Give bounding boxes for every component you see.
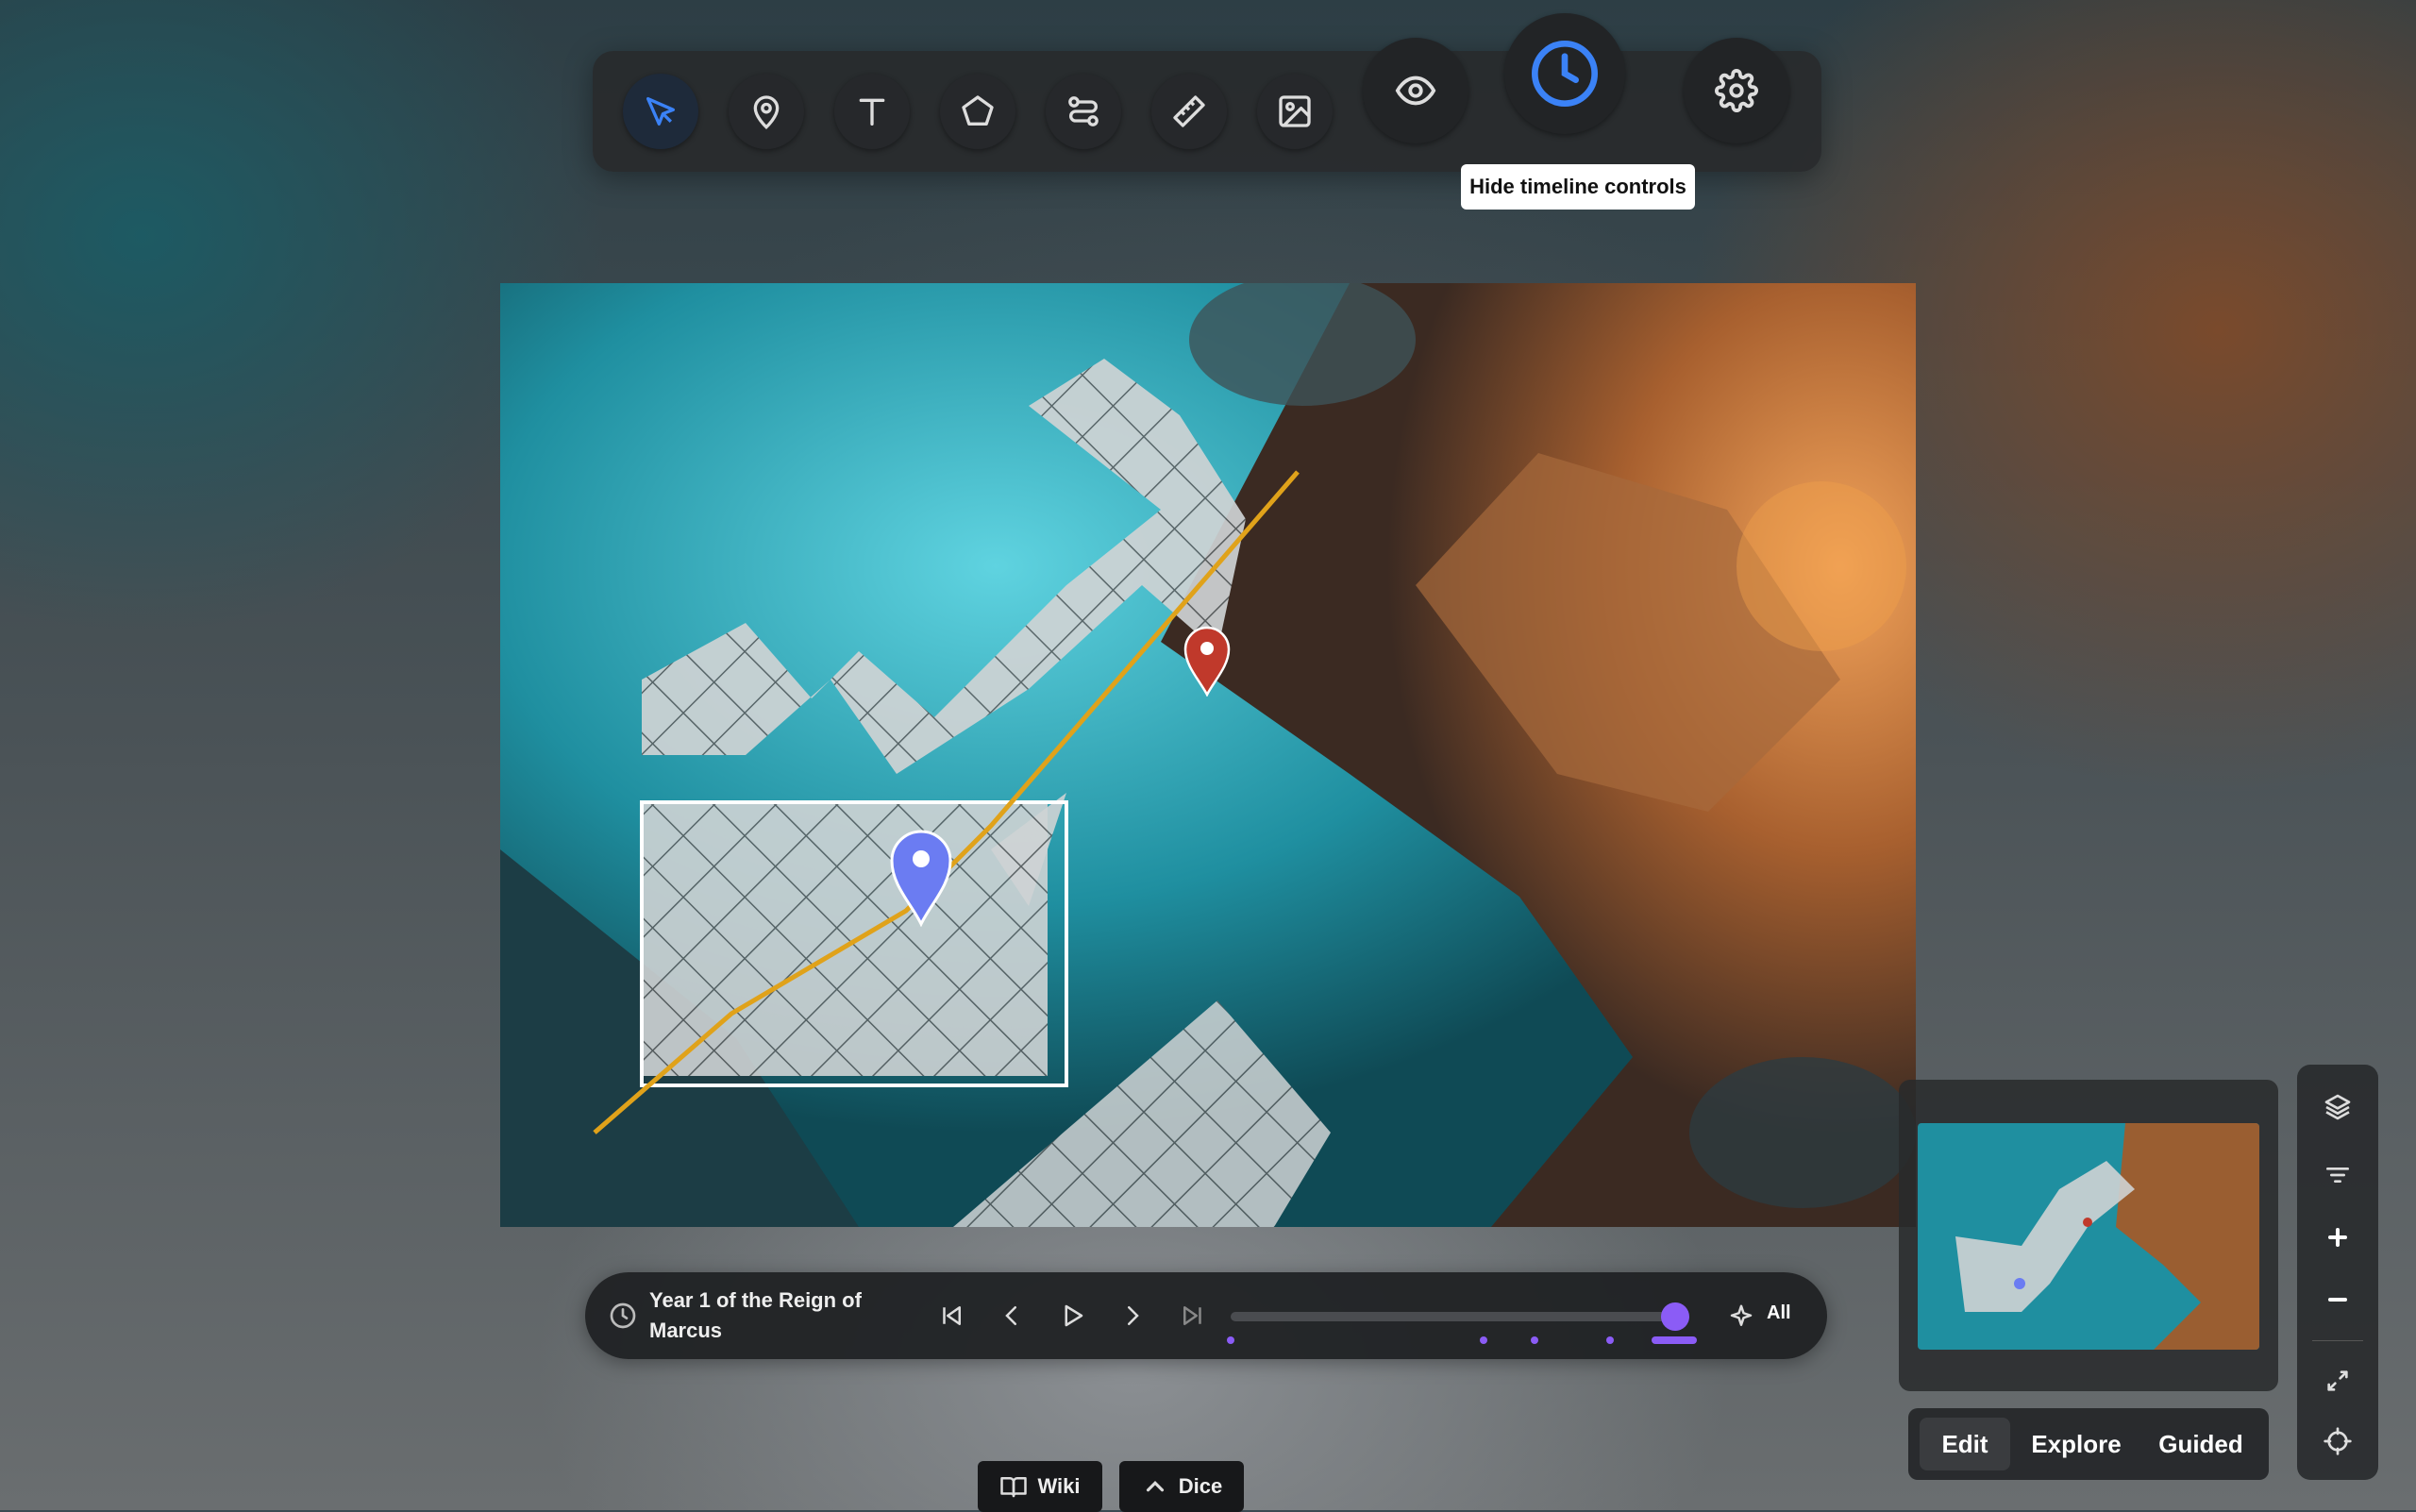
dice-button[interactable]: Dice xyxy=(1119,1461,1244,1512)
image-tool-button[interactable] xyxy=(1257,74,1333,149)
book-icon xyxy=(1000,1477,1028,1498)
filter-button[interactable] xyxy=(2314,1151,2361,1199)
chevron-up-icon xyxy=(1146,1481,1164,1492)
layers-button[interactable] xyxy=(2314,1084,2361,1131)
skip-forward-button[interactable] xyxy=(1174,1297,1212,1335)
timeline-track[interactable] xyxy=(1231,1312,1684,1321)
previous-button[interactable] xyxy=(993,1297,1031,1335)
battle-map[interactable] xyxy=(500,283,1916,1227)
text-icon xyxy=(859,98,885,126)
sparkle-icon[interactable] xyxy=(1727,1302,1755,1331)
mode-guided[interactable]: Guided xyxy=(2144,1418,2257,1470)
chevron-right-icon xyxy=(1128,1306,1139,1325)
clock-icon xyxy=(1532,41,1598,107)
timeline-event-dot[interactable] xyxy=(1227,1336,1234,1344)
zoom-out-icon xyxy=(2328,1298,2347,1302)
divider xyxy=(2312,1340,2363,1341)
top-toolbar xyxy=(593,13,1821,172)
select-tool-button[interactable] xyxy=(623,74,698,149)
timeline-bar: Year 1 of the Reign of Marcus All xyxy=(585,1272,1827,1359)
next-button[interactable] xyxy=(1114,1297,1151,1335)
play-button[interactable] xyxy=(1053,1297,1091,1335)
route-icon xyxy=(1068,96,1099,126)
ruler-icon xyxy=(1173,95,1205,127)
timeline-event-cluster[interactable] xyxy=(1652,1336,1697,1344)
mode-explore[interactable]: Explore xyxy=(2022,1418,2131,1470)
timeline-era-title: Year 1 of the Reign of Marcus xyxy=(649,1288,862,1342)
measure-tool-button[interactable] xyxy=(1151,74,1227,149)
map-artwork xyxy=(500,283,1916,1227)
blue-marker[interactable] xyxy=(889,827,953,927)
clock-icon xyxy=(610,1302,636,1329)
zoom-out-button[interactable] xyxy=(2314,1276,2361,1323)
path-tool-button[interactable] xyxy=(1046,74,1121,149)
timeline-event-dot[interactable] xyxy=(1480,1336,1487,1344)
image-icon xyxy=(1279,95,1311,127)
fullscreen-button[interactable] xyxy=(2314,1357,2361,1404)
polygon-tool-button[interactable] xyxy=(940,74,1015,149)
map-controls-sidebar xyxy=(2297,1065,2378,1480)
gear-icon xyxy=(1715,69,1758,112)
locate-icon xyxy=(2324,1427,2352,1455)
fullscreen-icon xyxy=(2327,1370,2348,1391)
timeline-toggle-button[interactable] xyxy=(1504,13,1625,134)
timeline-event-dot[interactable] xyxy=(1531,1336,1538,1344)
tooltip: Hide timeline controls xyxy=(1461,164,1695,210)
red-marker[interactable] xyxy=(1183,625,1231,697)
chevron-left-icon xyxy=(1005,1306,1016,1325)
minimap[interactable] xyxy=(1918,1123,2259,1350)
wiki-button[interactable]: Wiki xyxy=(978,1461,1102,1512)
eye-icon xyxy=(1395,76,1436,106)
wiki-label: Wiki xyxy=(1037,1474,1081,1498)
pentagon-icon xyxy=(962,95,994,126)
skip-back-icon xyxy=(943,1306,961,1325)
minimap-panel xyxy=(1899,1080,2278,1391)
zoom-in-icon xyxy=(2328,1228,2347,1247)
marker-tool-button[interactable] xyxy=(729,74,804,149)
locate-button[interactable] xyxy=(2314,1418,2361,1465)
play-icon xyxy=(1065,1304,1083,1327)
text-tool-button[interactable] xyxy=(834,74,910,149)
skip-back-button[interactable] xyxy=(932,1297,970,1335)
settings-button[interactable] xyxy=(1684,38,1789,143)
zoom-in-button[interactable] xyxy=(2314,1214,2361,1261)
map-pin-icon xyxy=(753,95,780,129)
skip-forward-icon xyxy=(1183,1306,1201,1325)
layers-icon xyxy=(2324,1094,2351,1120)
pointer-icon xyxy=(646,97,675,126)
filter-icon xyxy=(2326,1168,2349,1183)
timeline-scrubber-thumb[interactable] xyxy=(1661,1302,1689,1331)
visibility-button[interactable] xyxy=(1363,38,1468,143)
mode-edit[interactable]: Edit xyxy=(1920,1418,2010,1470)
timeline-filter-all[interactable]: All xyxy=(1767,1302,1791,1324)
mode-switcher: Edit Explore Guided xyxy=(1908,1408,2269,1480)
dice-label: Dice xyxy=(1178,1474,1223,1498)
timeline-event-dot[interactable] xyxy=(1606,1336,1614,1344)
